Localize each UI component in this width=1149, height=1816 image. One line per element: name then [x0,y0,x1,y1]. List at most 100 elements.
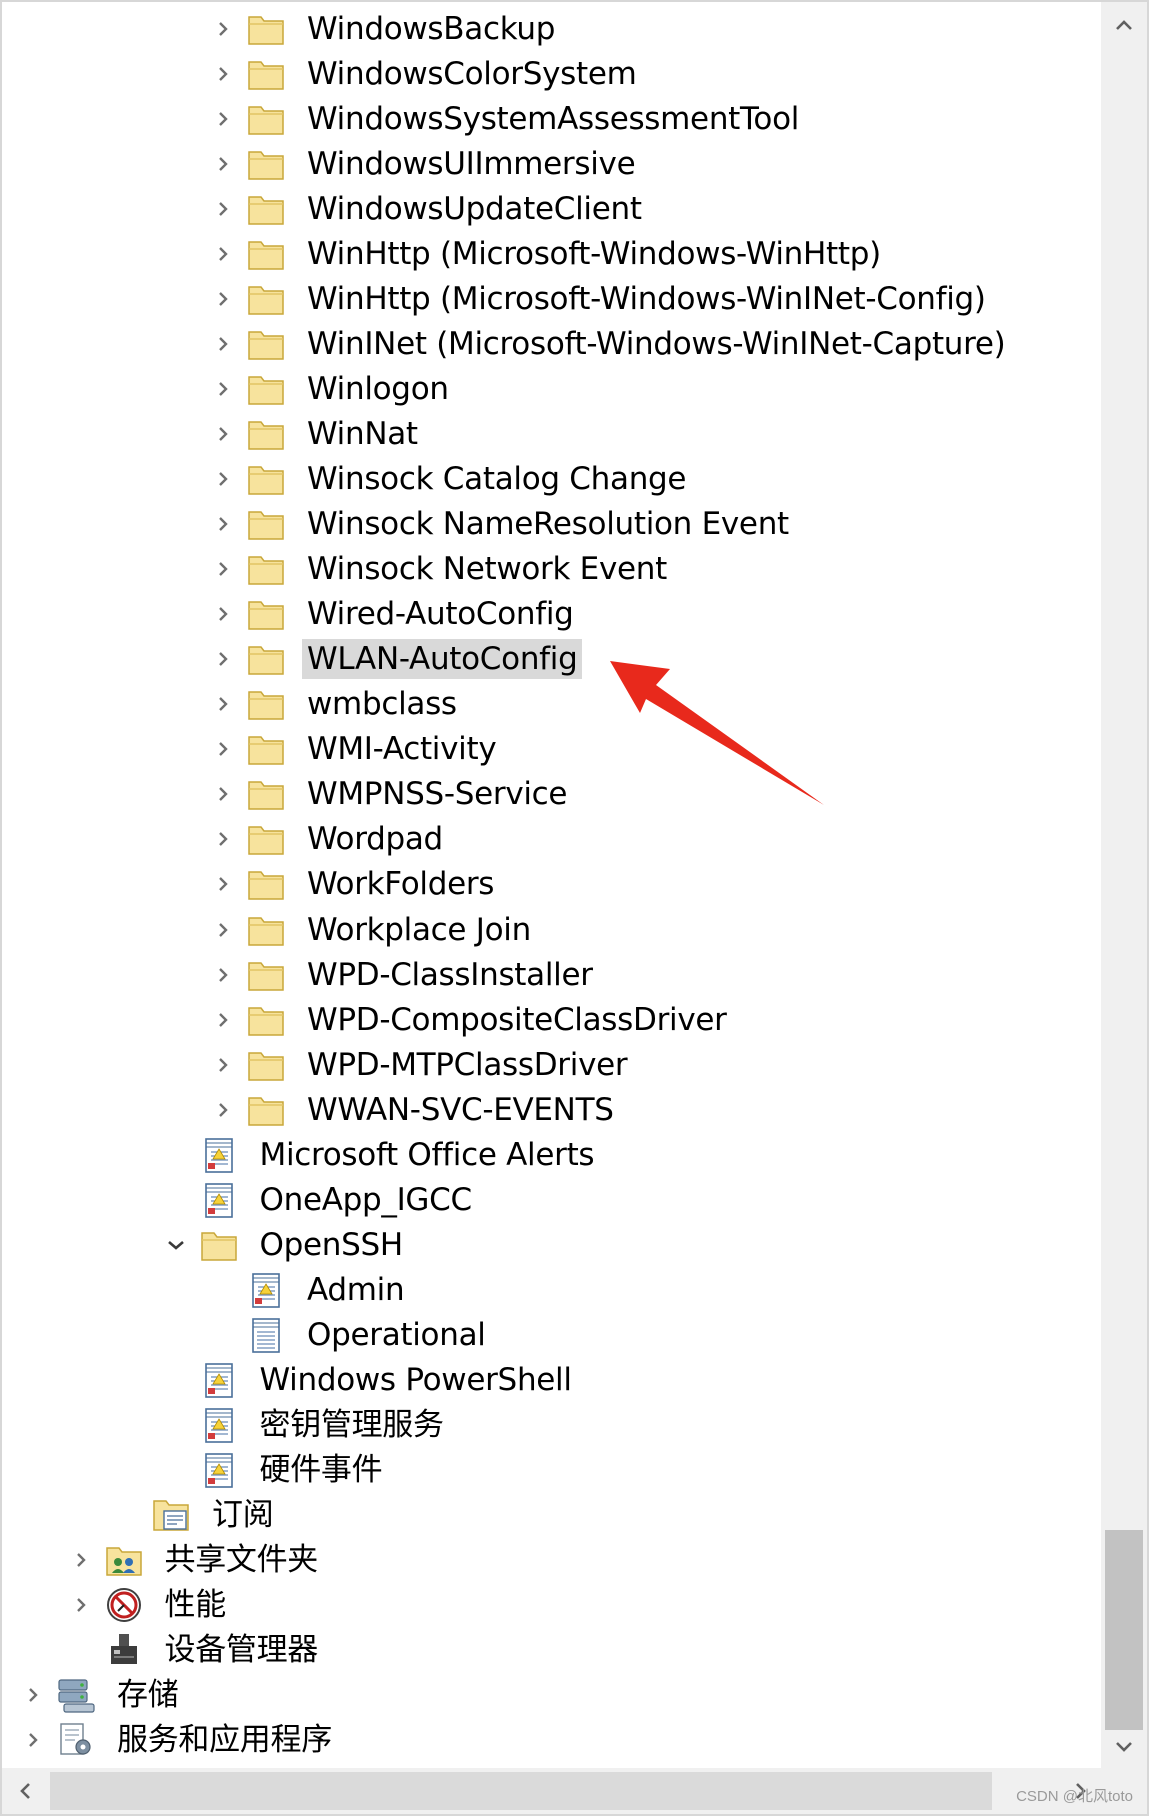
tree-item-windowsuiimmersive[interactable]: WindowsUIImmersive [206,141,640,186]
folder-icon [246,864,286,904]
chevron-right-icon[interactable] [16,1673,50,1718]
chevron-right-icon[interactable] [206,682,240,727]
tree-item-wpd-classinstaller[interactable]: WPD-ClassInstaller [206,952,598,997]
tree-item-wpd-mtpclassdriver[interactable]: WPD-MTPClassDriver [206,1042,632,1087]
chevron-right-icon[interactable] [206,817,240,862]
tree-item-label: WorkFolders [307,866,495,903]
chevron-right-icon[interactable] [206,547,240,592]
tree-item-item[interactable]: 密钥管理服务 [159,1403,449,1448]
tree-item-winhttp-microsoft-windows-wininet-config[interactable]: WinHttp (Microsoft-Windows-WinINet-Confi… [206,276,991,321]
tree-item-winnat[interactable]: WinNat [206,411,423,456]
tree-item-winsock-nameresolution-event[interactable]: Winsock NameResolution Event [206,502,794,547]
tree-item-label: 存储 [117,1677,179,1714]
folder-icon [246,549,286,589]
chevron-down-icon[interactable] [159,1222,193,1267]
tree-item-item[interactable]: 服务和应用程序 [16,1718,337,1763]
tree-item-wired-autoconfig[interactable]: Wired-AutoConfig [206,592,579,637]
horizontal-scroll-thumb[interactable] [50,1772,992,1810]
folder-icon [246,955,286,995]
console-tree: WindowsBackup WindowsColorSystem WindowsSy… [2,2,1104,1770]
scroll-down-arrow-icon[interactable] [1101,1724,1147,1770]
chevron-right-icon[interactable] [206,411,240,456]
tree-item-admin[interactable]: Admin [206,1267,409,1312]
log-icon [246,1315,286,1355]
chevron-right-icon[interactable] [206,997,240,1042]
tree-item-label: Winlogon [307,370,449,407]
tree-item-item[interactable]: 存储 [16,1673,183,1718]
tree-item-workplace-join[interactable]: Workplace Join [206,907,536,952]
tree-item-item[interactable]: 设备管理器 [64,1628,324,1673]
tree-item-label: Winsock Network Event [307,551,667,588]
tree-item-item[interactable]: 硬件事件 [159,1448,388,1493]
tree-item-wpd-compositeclassdriver[interactable]: WPD-CompositeClassDriver [206,997,732,1042]
tree-item-windowscolorsystem[interactable]: WindowsColorSystem [206,51,642,96]
services-icon [56,1720,96,1760]
folder-icon [246,684,286,724]
chevron-right-icon[interactable] [206,502,240,547]
chevron-right-icon[interactable] [206,366,240,411]
tree-item-label: WindowsSystemAssessmentTool [307,100,800,137]
tree-item-item[interactable]: 性能 [64,1583,231,1628]
chevron-right-icon[interactable] [206,952,240,997]
event-viewer-tree-window: WindowsBackup WindowsColorSystem WindowsSy… [0,0,1149,1816]
tree-item-item[interactable]: 订阅 [111,1493,278,1538]
vertical-scrollbar[interactable] [1101,2,1147,1770]
tree-item-workfolders[interactable]: WorkFolders [206,862,499,907]
chevron-right-icon[interactable] [64,1583,98,1628]
folder-icon [246,144,286,184]
chevron-right-icon[interactable] [206,141,240,186]
chevron-right-icon[interactable] [206,727,240,772]
tree-item-windowsbackup[interactable]: WindowsBackup [206,6,560,51]
tree-item-winhttp-microsoft-windows-winhttp[interactable]: WinHttp (Microsoft-Windows-WinHttp) [206,231,886,276]
tree-item-microsoft-office-alerts[interactable]: Microsoft Office Alerts [159,1132,600,1177]
chevron-right-icon[interactable] [64,1538,98,1583]
tree-item-label: WMI-Activity [307,731,497,768]
chevron-right-icon[interactable] [206,1087,240,1132]
chevron-right-icon[interactable] [206,772,240,817]
chevron-right-icon[interactable] [206,96,240,141]
chevron-right-icon[interactable] [206,592,240,637]
tree-item-oneapp-igcc[interactable]: OneApp_IGCC [159,1177,477,1222]
scroll-left-arrow-icon[interactable] [2,1768,48,1814]
chevron-right-icon[interactable] [206,276,240,321]
chevron-right-icon[interactable] [206,1042,240,1087]
chevron-right-icon[interactable] [206,6,240,51]
vertical-scroll-thumb[interactable] [1105,1530,1143,1730]
tree-item-winsock-catalog-change[interactable]: Winsock Catalog Change [206,457,691,502]
tree-item-label: Winsock Catalog Change [307,461,687,497]
chevron-right-icon[interactable] [206,51,240,96]
event-log-icon [199,1180,239,1220]
tree-item-wmi-activity[interactable]: WMI-Activity [206,727,501,772]
tree-item-wmbclass[interactable]: wmbclass [206,682,462,727]
chevron-right-icon[interactable] [206,186,240,231]
chevron-right-icon[interactable] [206,231,240,276]
folder-icon [246,1000,286,1040]
event-log-icon [246,1270,286,1310]
tree-item-windows-powershell[interactable]: Windows PowerShell [159,1358,577,1403]
tree-item-wwan-svc-events[interactable]: WWAN-SVC-EVENTS [206,1087,619,1132]
tree-item-windowssystemassessmenttool[interactable]: WindowsSystemAssessmentTool [206,96,804,141]
tree-item-wlan-autoconfig[interactable]: WLAN-AutoConfig [206,637,583,682]
tree-item-item[interactable]: 共享文件夹 [64,1538,324,1583]
tree-item-wordpad[interactable]: Wordpad [206,817,448,862]
tree-item-wmpnss-service[interactable]: WMPNSS-Service [206,772,572,817]
chevron-right-icon[interactable] [206,457,240,502]
chevron-right-icon[interactable] [206,321,240,366]
chevron-right-icon[interactable] [16,1718,50,1763]
scroll-up-arrow-icon[interactable] [1101,2,1147,48]
tree-item-wininet-microsoft-windows-wininet-capture[interactable]: WinINet (Microsoft-Windows-WinINet-Captu… [206,321,1010,366]
chevron-right-icon[interactable] [206,637,240,682]
tree-item-operational[interactable]: Operational [206,1312,491,1357]
tree-item-openssh[interactable]: OpenSSH [159,1222,408,1267]
chevron-right-icon[interactable] [206,907,240,952]
chevron-right-icon[interactable] [206,862,240,907]
tree-item-winsock-network-event[interactable]: Winsock Network Event [206,547,672,592]
horizontal-scrollbar[interactable] [2,1768,1147,1814]
tree-item-winlogon[interactable]: Winlogon [206,366,454,411]
tree-item-windowsupdateclient[interactable]: WindowsUpdateClient [206,186,647,231]
